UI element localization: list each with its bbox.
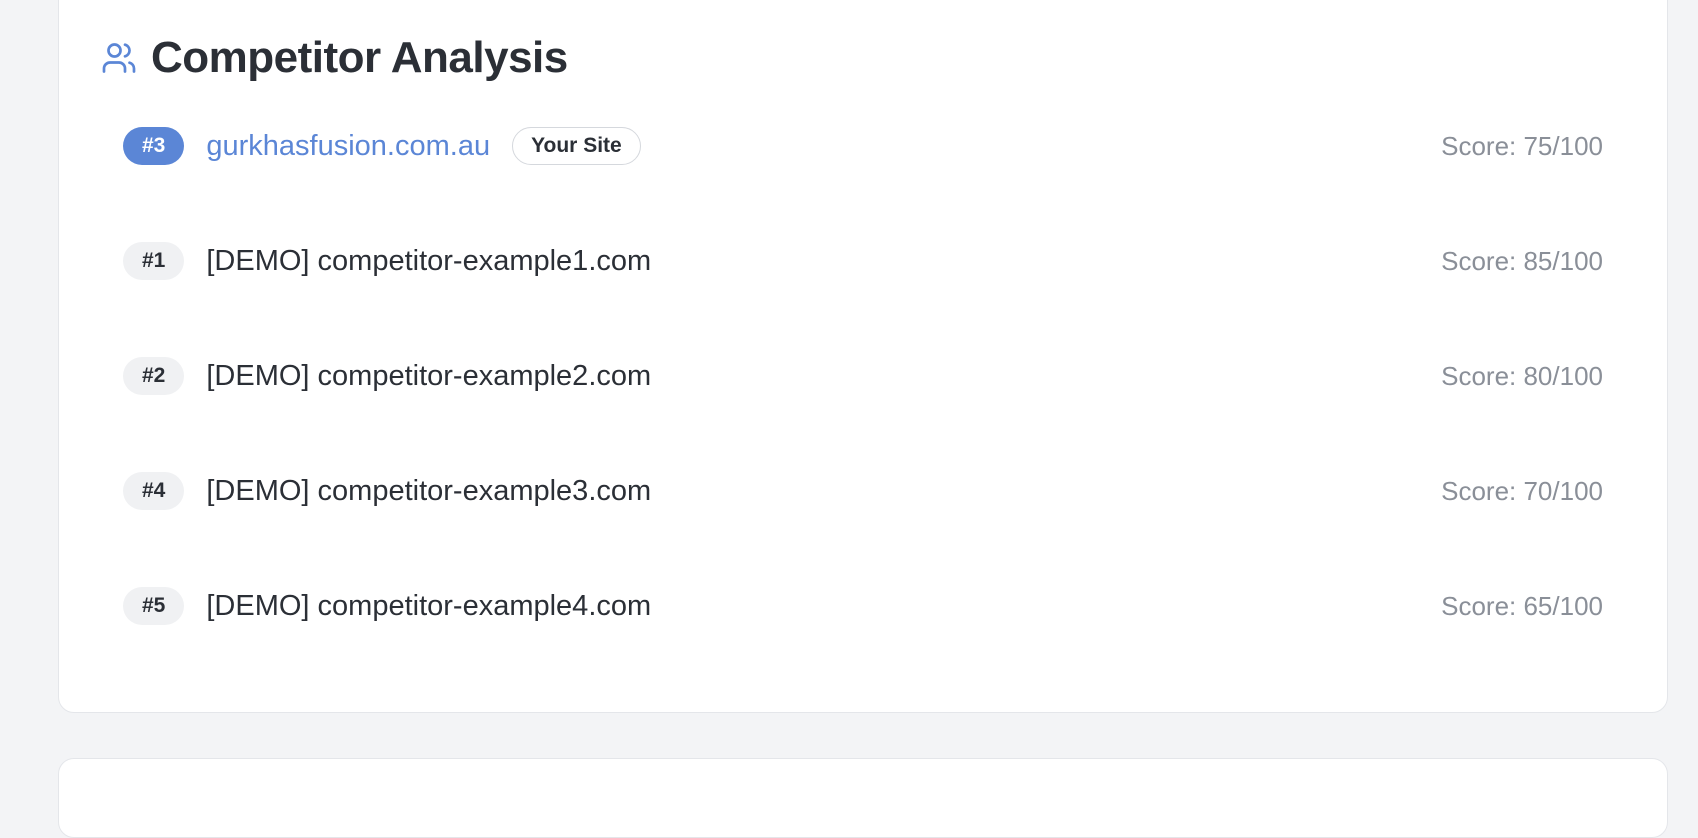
competitor-analysis-card: Competitor Analysis #3 gurkhasfusion.com… — [58, 0, 1668, 713]
page-title: Competitor Analysis — [151, 33, 568, 82]
rank-badge: #4 — [123, 472, 185, 510]
score-value: Score: 75/100 — [1441, 130, 1603, 161]
users-icon — [101, 40, 137, 76]
card-header: Competitor Analysis — [101, 33, 568, 83]
own-site-row[interactable]: #3 gurkhasfusion.com.au Your Site Score:… — [123, 126, 1603, 166]
competitor-row[interactable]: #5 [DEMO] competitor-example4.com Score:… — [123, 586, 1603, 626]
rank-badge: #5 — [123, 587, 185, 625]
competitor-domain: [DEMO] competitor-example2.com — [206, 359, 652, 392]
score-value: Score: 65/100 — [1441, 590, 1603, 621]
competitor-row[interactable]: #2 [DEMO] competitor-example2.com Score:… — [123, 356, 1603, 396]
rank-badge: #2 — [123, 357, 185, 395]
competitor-row[interactable]: #4 [DEMO] competitor-example3.com Score:… — [123, 471, 1603, 511]
your-site-tag: Your Site — [512, 127, 641, 165]
competitor-domain: [DEMO] competitor-example4.com — [206, 589, 652, 622]
next-card — [58, 758, 1668, 838]
own-site-domain[interactable]: gurkhasfusion.com.au — [206, 130, 490, 163]
rank-badge: #3 — [123, 127, 185, 165]
rank-badge: #1 — [123, 242, 185, 280]
score-value: Score: 80/100 — [1441, 360, 1603, 391]
score-value: Score: 70/100 — [1441, 475, 1603, 506]
competitor-domain: [DEMO] competitor-example1.com — [206, 244, 652, 277]
competitor-row[interactable]: #1 [DEMO] competitor-example1.com Score:… — [123, 241, 1603, 281]
competitor-domain: [DEMO] competitor-example3.com — [206, 474, 652, 507]
score-value: Score: 85/100 — [1441, 245, 1603, 276]
